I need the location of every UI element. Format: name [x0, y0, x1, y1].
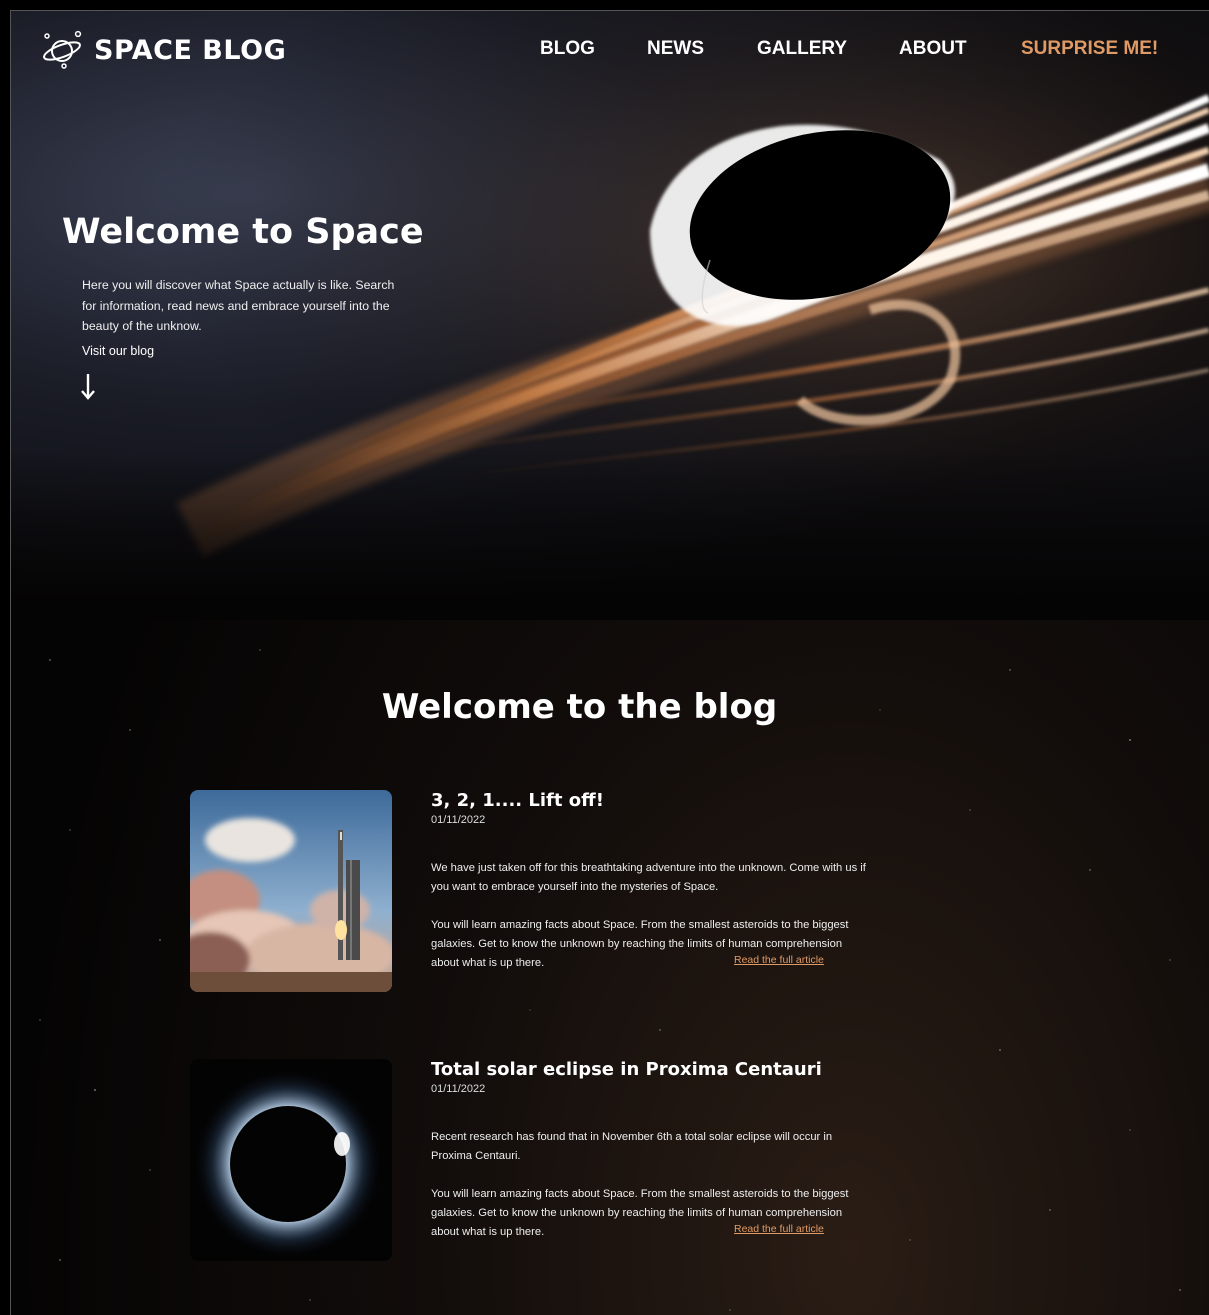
solar-eclipse-image[interactable]	[190, 1059, 392, 1261]
post-title[interactable]: 3, 2, 1.... Lift off!	[431, 790, 604, 811]
planet-icon	[43, 30, 82, 69]
hero-fade	[10, 450, 1209, 620]
surprise-me-button[interactable]: SURPRISE ME!	[1021, 38, 1158, 60]
nav-link-gallery[interactable]: GALLERY	[757, 38, 847, 60]
nav-link-news[interactable]: NEWS	[647, 38, 704, 60]
nav-link-about[interactable]: ABOUT	[899, 38, 967, 60]
post-title[interactable]: Total solar eclipse in Proxima Centauri	[431, 1059, 822, 1080]
blog-post-card: 3, 2, 1.... Lift off! 01/11/2022 We have…	[190, 790, 890, 992]
hero-title: Welcome to Space	[62, 212, 424, 252]
hero-description: Here you will discover what Space actual…	[82, 278, 395, 333]
read-full-article-link[interactable]: Read the full article	[734, 954, 824, 966]
nav-link-blog[interactable]: BLOG	[540, 38, 595, 60]
blog-section-title: Welcome to the blog	[381, 687, 778, 727]
read-full-article-link[interactable]: Read the full article	[734, 1223, 824, 1235]
brand-logo[interactable]: SPACE BLOG	[40, 30, 286, 70]
blog-post-card: Total solar eclipse in Proxima Centauri …	[190, 1059, 890, 1261]
post-date: 01/11/2022	[431, 1083, 486, 1095]
brand-name: SPACE BLOG	[94, 34, 287, 66]
post-date: 01/11/2022	[431, 814, 486, 826]
page: SPACE BLOG BLOG NEWS GALLERY ABOUT SURPR…	[10, 10, 1209, 1315]
post-intro: Recent research has found that in Novemb…	[431, 1131, 833, 1162]
post-intro: We have just taken off for this breathta…	[431, 862, 866, 893]
arrow-down-icon[interactable]	[78, 370, 98, 402]
hero-section: SPACE BLOG BLOG NEWS GALLERY ABOUT SURPR…	[10, 10, 1209, 620]
rocket-launch-image[interactable]	[190, 790, 392, 992]
visit-blog-link[interactable]: Visit our blog	[82, 344, 154, 358]
top-nav: SPACE BLOG BLOG NEWS GALLERY ABOUT SURPR…	[10, 10, 1209, 90]
